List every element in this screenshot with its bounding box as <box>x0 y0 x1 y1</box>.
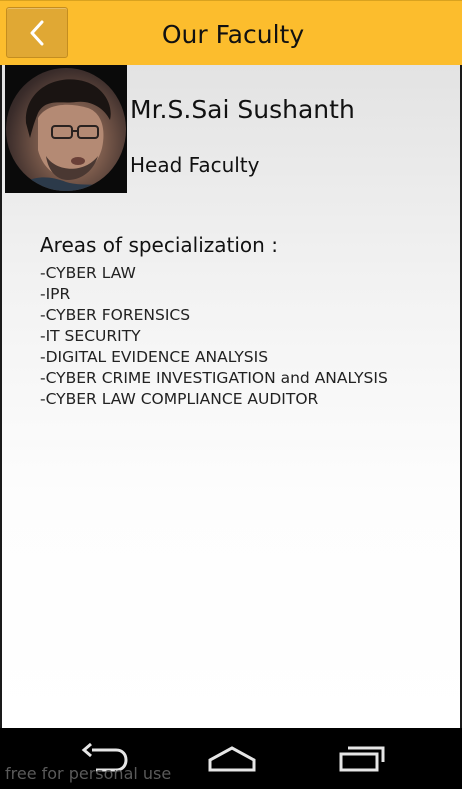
specialization-list: -CYBER LAW -IPR -CYBER FORENSICS -IT SEC… <box>40 263 388 410</box>
page-title: Our Faculty <box>161 20 305 49</box>
specialization-heading: Areas of specialization : <box>40 233 278 257</box>
faculty-detail: Mr.S.Sai Sushanth Head Faculty Areas of … <box>0 65 462 728</box>
home-icon[interactable] <box>207 742 257 772</box>
list-item: -CYBER LAW COMPLIANCE AUDITOR <box>40 390 319 408</box>
avatar <box>6 68 126 191</box>
list-item: -DIGITAL EVIDENCE ANALYSIS <box>40 348 269 366</box>
list-item: -CYBER FORENSICS <box>40 306 191 324</box>
recent-apps-icon[interactable] <box>338 742 386 772</box>
faculty-role: Head Faculty <box>130 153 260 177</box>
app-bar: Our Faculty <box>0 0 462 65</box>
list-item: -IT SECURITY <box>40 327 141 345</box>
list-item: -IPR <box>40 285 71 303</box>
watermark: free for personal use <box>5 764 172 783</box>
list-item: -CYBER LAW <box>40 264 136 282</box>
faculty-name: Mr.S.Sai Sushanth <box>130 95 355 124</box>
list-item: -CYBER CRIME INVESTIGATION and ANALYSIS <box>40 369 388 387</box>
screen: Our Faculty Mr.S.Sai Sushanth Head Facul… <box>0 0 462 789</box>
faculty-photo <box>5 65 127 193</box>
